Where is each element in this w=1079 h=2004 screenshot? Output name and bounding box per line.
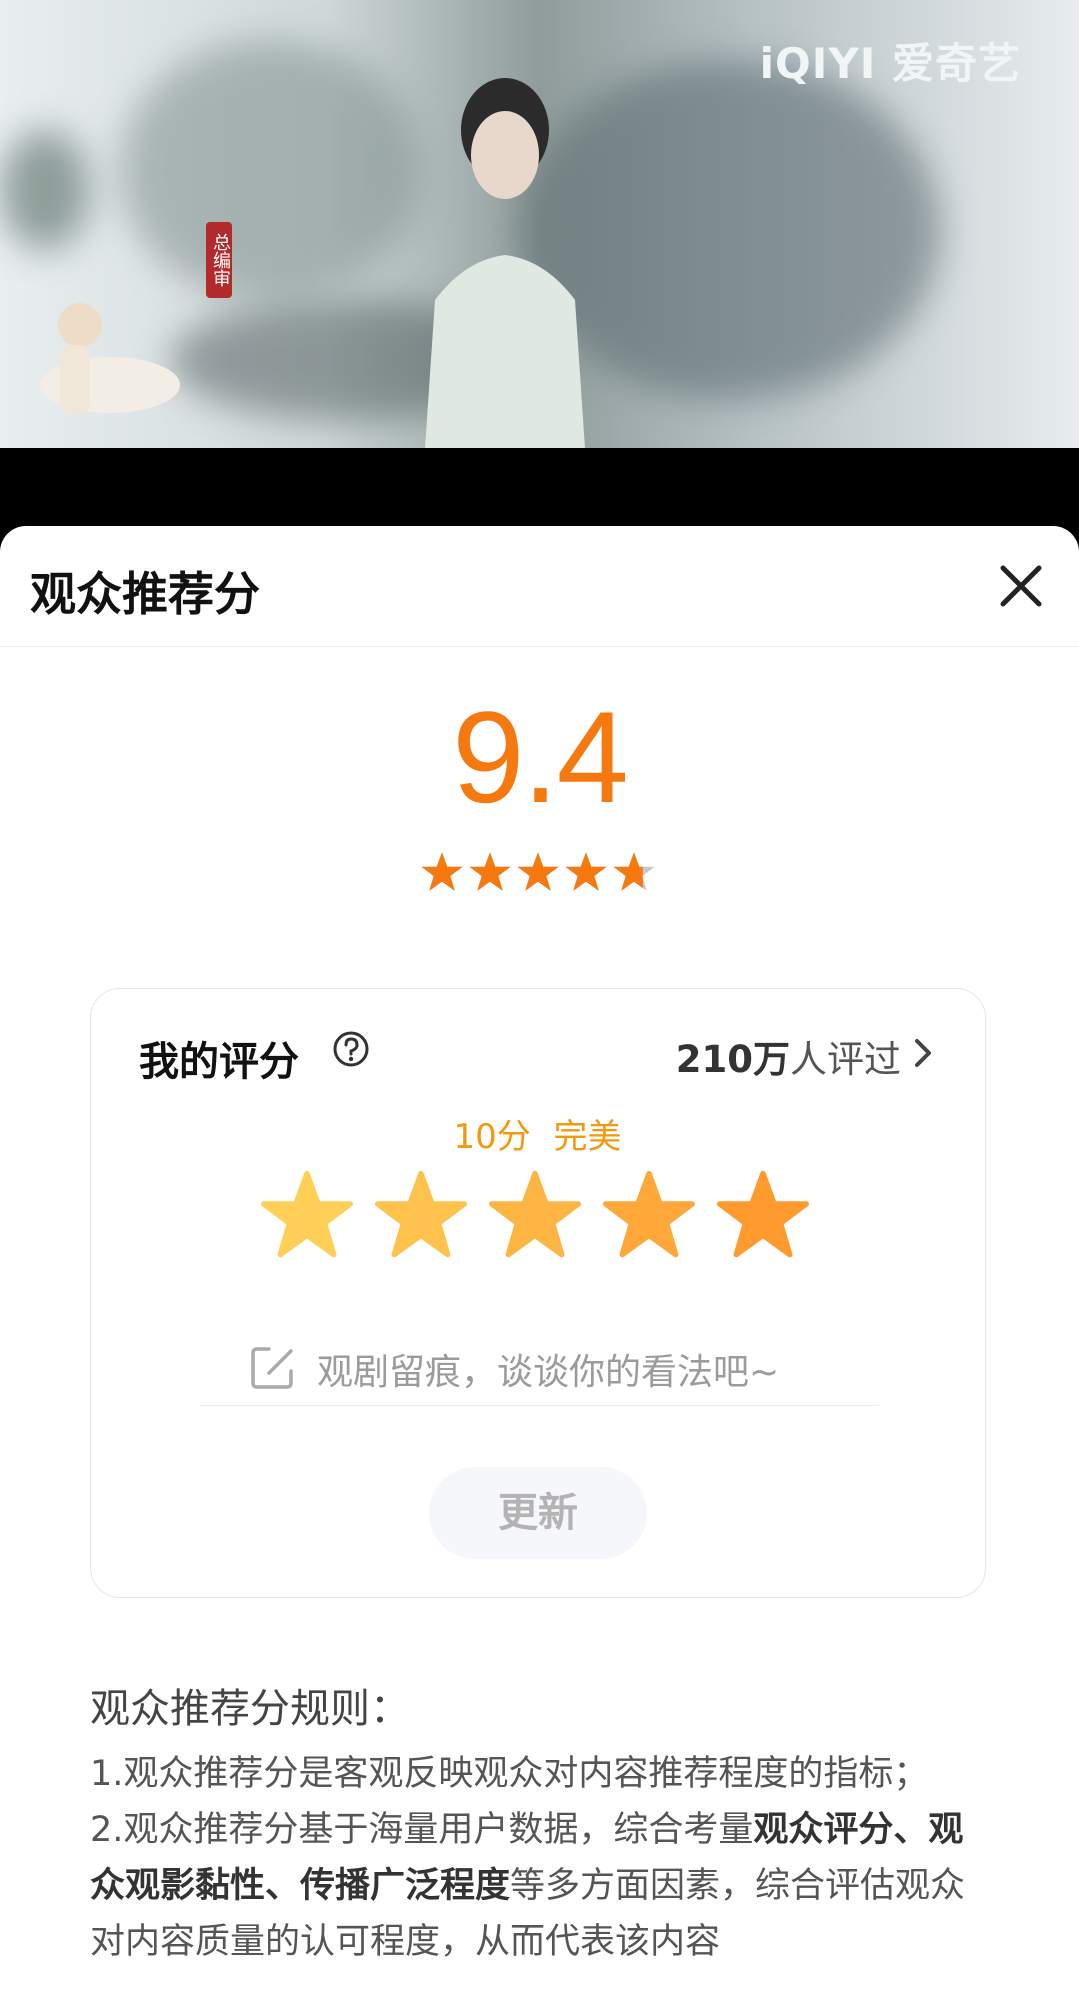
edit-icon [251, 1347, 293, 1389]
actor-figure [425, 78, 585, 448]
comment-input[interactable]: 观剧留痕，谈谈你的看法吧~ [199, 1335, 879, 1406]
rule-item-2-prefix: 2.观众推荐分基于海量用户数据，综合考量 [90, 1810, 754, 1850]
rater-count-suffix: 人评过 [790, 1038, 901, 1081]
score-stars [420, 850, 660, 898]
my-rating-text: 10分 完美 [91, 1109, 984, 1158]
rules-text: 1.观众推荐分是客观反映观众对内容推荐程度的指标； 2.观众推荐分基于海量用户数… [90, 1746, 990, 1970]
rating-value: 10分 [453, 1117, 531, 1157]
rule-item: 2.观众推荐分基于海量用户数据，综合考量观众评分、观众观影黏性、传播广泛程度等多… [90, 1802, 990, 1970]
lotus-leaf [0, 130, 90, 250]
rules-title: 观众推荐分规则： [90, 1686, 410, 1732]
ink-wash [120, 40, 420, 300]
credit-seal: 总编审 [206, 222, 232, 298]
dog-illustration [40, 303, 180, 415]
score-star [517, 852, 559, 891]
score-star [613, 852, 655, 891]
rating-star[interactable] [261, 1169, 353, 1261]
video-player[interactable]: 总编审 iQIYI 爱奇艺 [0, 0, 1079, 448]
close-icon[interactable] [991, 556, 1051, 616]
rating-star[interactable] [375, 1169, 467, 1261]
score-star [421, 852, 463, 891]
rating-sheet: 观众推荐分 9.4 我的评分 210万人评过 10分 完美 观剧留痕，谈谈你的看 [0, 526, 1079, 2004]
rating-star[interactable] [489, 1169, 581, 1261]
rating-star[interactable] [603, 1169, 695, 1261]
sheet-title: 观众推荐分 [30, 567, 260, 621]
rater-count-number: 210万 [675, 1038, 790, 1081]
iqiyi-logo: iQIYI 爱奇艺 [759, 39, 1021, 88]
audience-score: 9.4 [452, 684, 629, 830]
rule-item: 1.观众推荐分是客观反映观众对内容推荐程度的指标； [90, 1754, 929, 1794]
rater-count[interactable]: 210万人评过 [676, 1029, 901, 1083]
score-star [565, 852, 607, 891]
my-rating-card: 我的评分 210万人评过 10分 完美 观剧留痕，谈谈你的看法吧~ 更新 [90, 988, 986, 1598]
help-icon[interactable] [331, 1029, 371, 1069]
score-star [469, 852, 511, 891]
comment-placeholder: 观剧留痕，谈谈你的看法吧~ [317, 1352, 780, 1393]
rating-star[interactable] [717, 1169, 809, 1261]
update-button[interactable]: 更新 [429, 1467, 647, 1559]
chevron-right-icon[interactable] [909, 1033, 937, 1073]
sheet-header: 观众推荐分 [0, 526, 1079, 647]
rating-desc: 完美 [553, 1117, 622, 1157]
star-rating-input[interactable] [261, 1169, 809, 1261]
my-score-label: 我的评分 [139, 1039, 299, 1085]
